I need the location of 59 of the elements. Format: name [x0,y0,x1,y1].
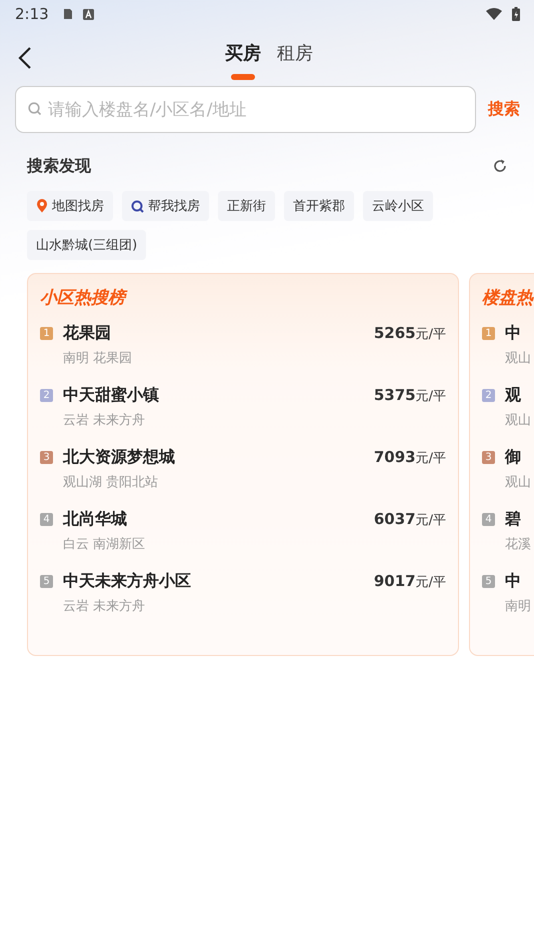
location-text: 观山湖 贵阳北站 [63,474,160,491]
location-text: 云岩 未来方舟 [63,412,146,429]
rank-badge: 5 [482,575,495,588]
location-text: 白云 南湖新区 [63,536,146,553]
location-text: 花溪 [505,536,532,553]
back-icon [18,47,32,69]
community-name[interactable]: 北尚华城 [63,509,127,530]
ranking-title: 楼盘热 [482,287,534,309]
price-text: 7093元/平 [374,448,446,467]
search-icon [28,102,42,116]
price-text: 5265元/平 [374,324,446,343]
font-icon [82,8,94,20]
location-text: 观山 [505,412,532,429]
search-tag[interactable]: 云岭小区 [363,191,433,221]
location-text: 南明 花果园 [63,350,134,367]
rank-badge: 3 [40,451,53,464]
rank-badge: 2 [482,389,495,402]
community-name[interactable]: 碧 [505,509,521,530]
price-text: 5375元/平 [374,386,446,405]
sim-card-icon [62,8,73,20]
refresh-button[interactable] [492,158,508,174]
price-text: 9017元/平 [374,572,446,591]
location-text: 南明 [505,598,532,615]
search-tag[interactable]: 地图找房 [27,191,113,221]
battery-icon [512,7,520,21]
community-name[interactable]: 中 [505,571,521,592]
rank-badge: 5 [40,575,53,588]
tab[interactable]: 买房 [225,36,261,80]
community-name[interactable]: 中天甜蜜小镇 [63,385,159,406]
search-icon [131,200,144,212]
search-field[interactable]: 请输入楼盘名/小区名/地址 [15,86,476,133]
community-name[interactable]: 御 [505,447,521,468]
rank-badge: 3 [482,451,495,464]
community-name[interactable]: 北大资源梦想城 [63,447,175,468]
community-name[interactable]: 中天未来方舟小区 [63,571,191,592]
ranking-title: 小区热搜榜 [40,286,446,309]
refresh-icon [492,158,508,174]
section-title: 搜索发现 [27,156,91,176]
price-text: 6037元/平 [374,510,446,529]
community-name[interactable]: 花果园 [63,323,111,344]
search-tag[interactable]: 首开紫郡 [284,191,354,221]
location-text: 观山 [505,474,532,491]
rank-badge: 1 [40,327,53,340]
search-tag[interactable]: 山水黔城(三组团) [27,230,146,260]
location-text: 观山 [505,350,532,367]
rank-badge: 4 [482,513,495,526]
rank-badge: 2 [40,389,53,402]
rank-badge: 4 [40,513,53,526]
location-pin-icon [36,199,48,213]
back-button[interactable] [18,47,32,69]
community-name[interactable]: 中 [505,323,521,344]
rank-badge: 1 [482,327,495,340]
location-text: 云岩 未来方舟 [63,598,146,615]
search-tag[interactable]: 帮我找房 [122,191,209,221]
tab[interactable]: 租房 [277,36,313,80]
community-name[interactable]: 观 [505,385,521,406]
wifi-icon [486,8,502,20]
search-tag[interactable]: 正新街 [218,191,275,221]
status-time: 2:13 [15,5,49,23]
